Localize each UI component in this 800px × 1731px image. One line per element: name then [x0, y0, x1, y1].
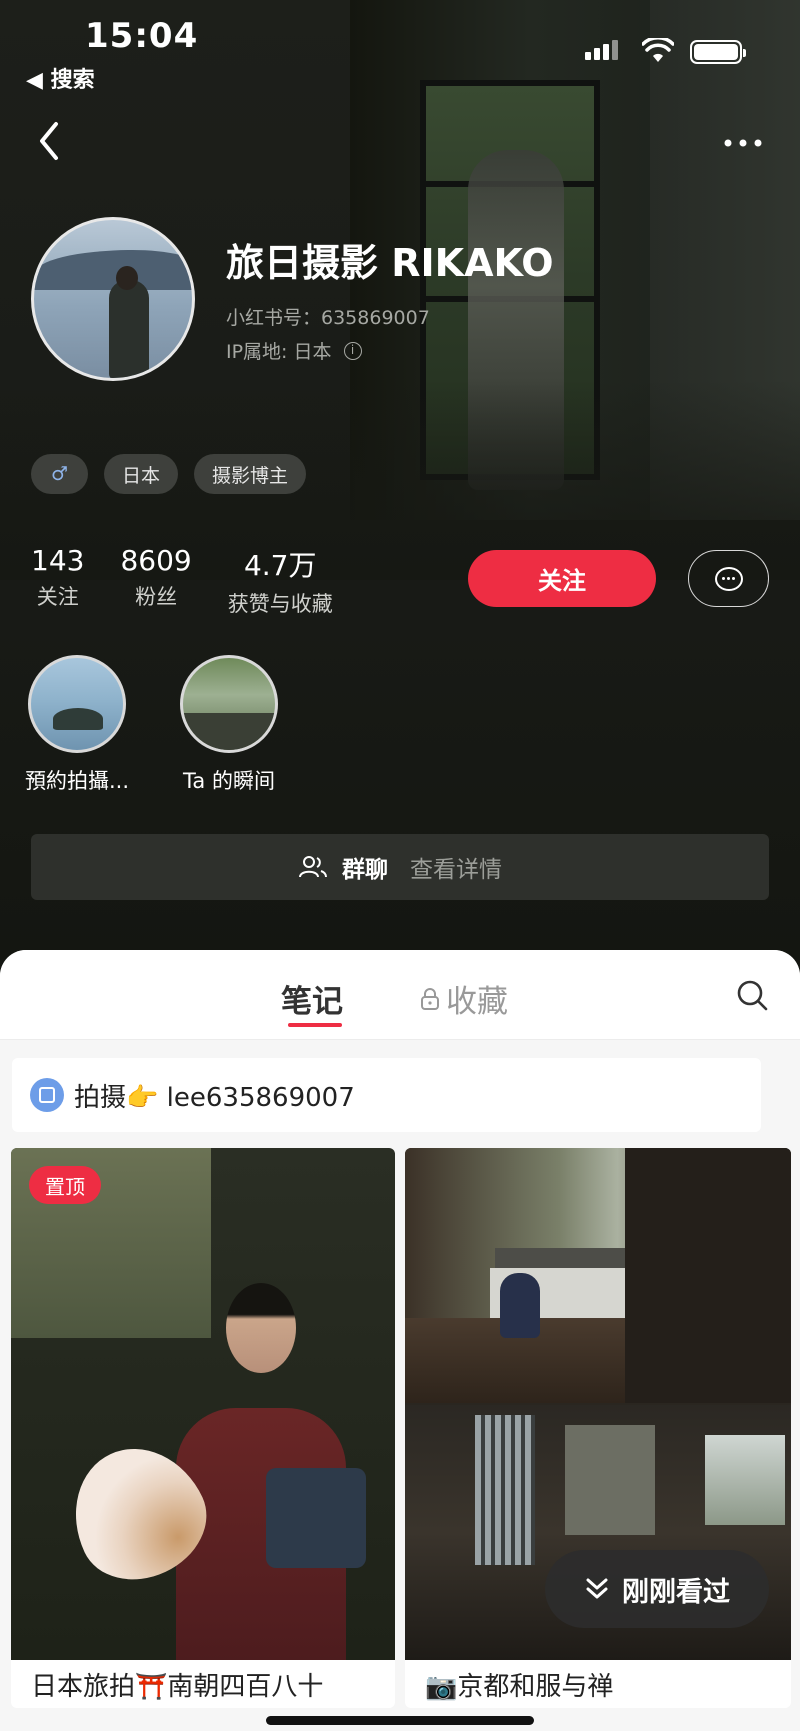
stat-label: 粉丝 [135, 585, 178, 609]
gender-tag: ♂ [31, 454, 88, 494]
home-indicator[interactable] [266, 1716, 534, 1725]
tab-favorites-label: 收藏 [446, 984, 508, 1020]
stat-value: 8609 [120, 544, 192, 577]
highlight-label: Ta 的瞬间 [183, 769, 275, 793]
battery-icon [690, 40, 746, 64]
stat-likes-favorites[interactable]: 4.7万 获赞与收藏 [228, 544, 333, 618]
highlight-moments[interactable]: Ta 的瞬间 [180, 655, 278, 795]
stat-label: 关注 [36, 585, 79, 609]
highlight-cover [180, 655, 278, 753]
more-options-icon[interactable] [720, 128, 766, 158]
status-time: 15:04 [85, 16, 199, 56]
group-chat-label: 群聊 [342, 857, 388, 883]
recently-viewed-label: 刚刚看过 [622, 1576, 730, 1608]
recently-viewed-button[interactable]: 刚刚看过 [545, 1550, 769, 1628]
follow-button[interactable]: 关注 [468, 550, 656, 607]
active-tab-indicator [288, 1023, 342, 1027]
location-tag: 日本 [104, 454, 179, 494]
lock-icon [421, 987, 439, 1010]
stat-label: 获赞与收藏 [227, 592, 333, 616]
profile-name: 旅日摄影 RIKAKO [226, 241, 554, 285]
note-card[interactable]: 置顶 日本旅拍⛩️南朝四百八十 [11, 1148, 395, 1708]
double-chevron-down-icon [586, 1578, 608, 1599]
group-chat-bar[interactable]: 群聊 查看详情 [31, 834, 769, 900]
back-to-search-link[interactable]: ◀ 搜索 [26, 62, 95, 94]
tab-favorites[interactable]: 收藏 [420, 976, 508, 1021]
note-title: 📷京都和服与禅 [425, 1672, 614, 1702]
back-arrow-icon[interactable] [34, 118, 74, 164]
category-tag: 摄影博主 [194, 454, 307, 494]
status-bar: 15:04 ◀ 搜索 [0, 0, 800, 93]
stat-following[interactable]: 143 关注 [31, 544, 84, 618]
group-users-icon [299, 856, 327, 878]
note-title: 日本旅拍⛩️南朝四百八十 [31, 1672, 324, 1702]
tab-notes[interactable]: 笔记 [281, 976, 343, 1021]
search-icon[interactable] [735, 978, 769, 1012]
stat-followers[interactable]: 8609 粉丝 [120, 544, 191, 618]
highlight-booking[interactable]: 預約拍攝... [25, 655, 129, 795]
stat-value: 143 [31, 544, 85, 577]
cellular-signal-icon [585, 40, 618, 60]
ip-location: IP属地: 日本 [226, 341, 332, 363]
link-icon [30, 1078, 64, 1112]
bio-link[interactable]: 拍摄👉 lee635869007 [12, 1058, 761, 1132]
group-chat-detail: 查看详情 [410, 857, 502, 883]
highlight-cover [28, 655, 127, 753]
message-button[interactable] [688, 550, 769, 607]
stat-value: 4.7万 [243, 549, 317, 582]
content-tabs: 笔记 收藏 [0, 950, 800, 1040]
avatar[interactable] [31, 217, 195, 381]
redbook-id[interactable]: 小红书号：635869007 [226, 303, 430, 330]
chat-bubble-icon [714, 566, 743, 591]
highlight-label: 預約拍攝... [25, 769, 130, 793]
profile-stats: 143 关注 8609 粉丝 4.7万 获赞与收藏 [31, 544, 369, 618]
wifi-icon [642, 38, 674, 62]
profile-tags: ♂ 日本 摄影博主 [31, 454, 307, 494]
profile-page: 15:04 ◀ 搜索 旅日摄影 RIKAKO 小红书号：635869007 IP… [0, 0, 800, 1731]
bio-link-text: 拍摄👉 lee635869007 [74, 1082, 355, 1113]
ip-location-row: IP属地: 日本 i [226, 337, 362, 364]
info-icon[interactable]: i [343, 341, 362, 360]
pinned-badge: 置顶 [29, 1166, 101, 1204]
note-cover-image [11, 1148, 395, 1660]
